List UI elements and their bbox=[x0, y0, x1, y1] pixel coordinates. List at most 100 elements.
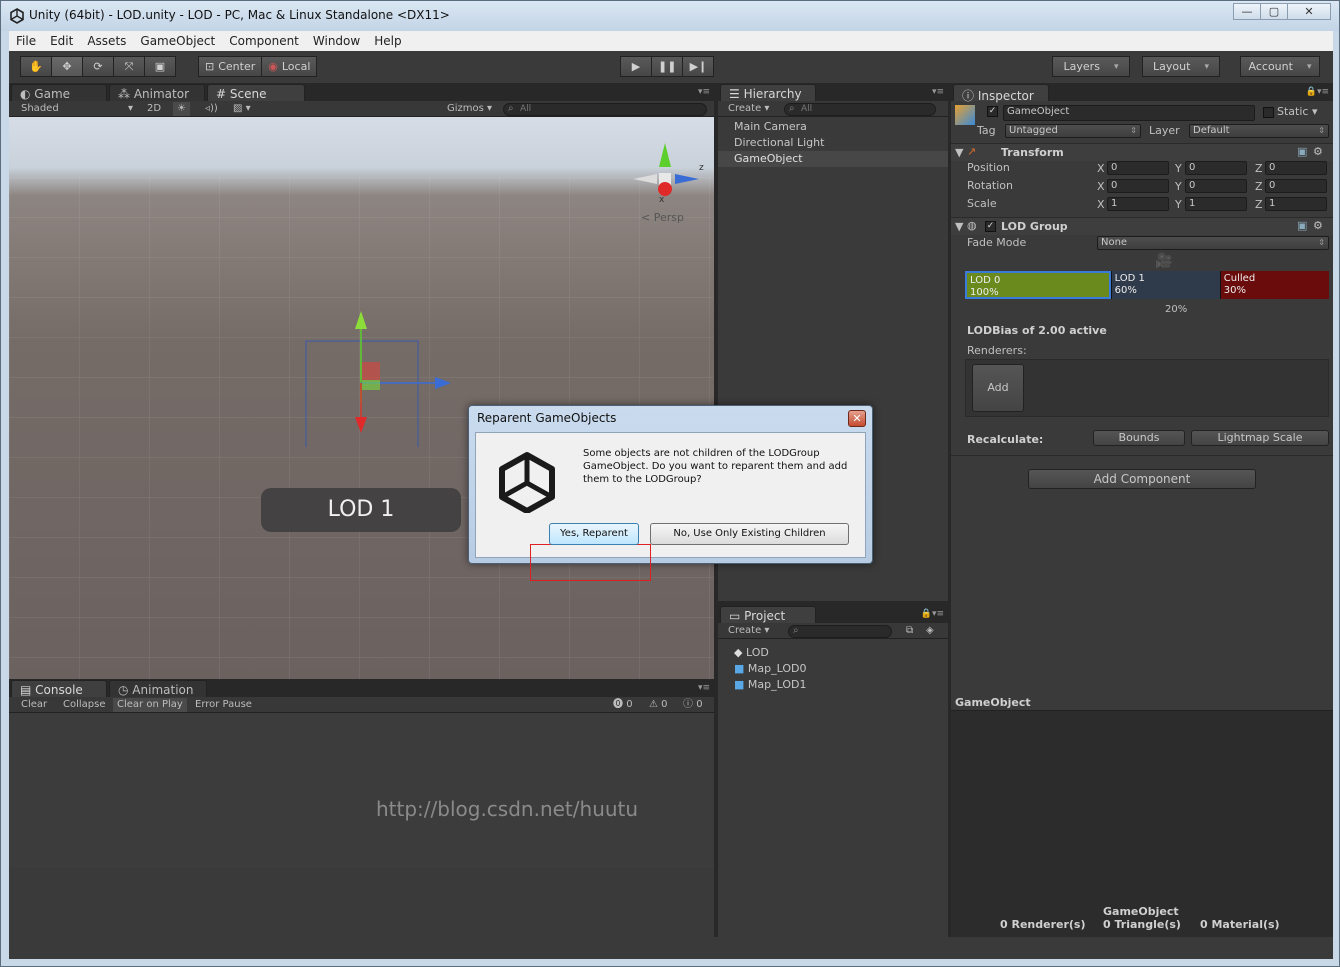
menu-assets[interactable]: Assets bbox=[80, 34, 133, 48]
static-checkbox[interactable] bbox=[1263, 107, 1274, 118]
move-gizmo[interactable] bbox=[299, 307, 469, 447]
gizmos-dropdown[interactable]: Gizmos ▾ bbox=[443, 102, 496, 116]
help-icon[interactable]: ▣ bbox=[1297, 219, 1307, 232]
gear-icon[interactable]: ⚙ bbox=[1313, 219, 1323, 232]
hierarchy-item-main-camera[interactable]: Main Camera bbox=[718, 119, 948, 135]
scene-lighting-button[interactable]: ☀ bbox=[173, 102, 190, 116]
recalculate-lightmap-scale-button[interactable]: Lightmap Scale bbox=[1191, 430, 1329, 446]
camera-icon[interactable]: 🎥 bbox=[1155, 253, 1172, 269]
position-x-field[interactable]: 0 bbox=[1107, 161, 1169, 175]
mode-2d-button[interactable]: 2D bbox=[143, 102, 165, 116]
menu-component[interactable]: Component bbox=[222, 34, 306, 48]
filter-label-button[interactable]: ◈ bbox=[922, 624, 938, 638]
transform-header[interactable]: ▼ ↗ Transform ▣ ⚙ bbox=[951, 143, 1333, 161]
panel-menu-icon[interactable]: ▾≡ bbox=[698, 683, 710, 693]
no-existing-children-button[interactable]: No, Use Only Existing Children bbox=[650, 523, 849, 545]
console-clear-button[interactable]: Clear bbox=[17, 698, 51, 712]
message-count-toggle[interactable]: ⓘ 0 bbox=[679, 698, 707, 712]
console-collapse-button[interactable]: Collapse bbox=[59, 698, 110, 712]
tab-console[interactable]: ▤ Console bbox=[11, 680, 107, 697]
move-tool-button[interactable]: ✥ bbox=[51, 56, 83, 77]
active-checkbox[interactable]: ✓ bbox=[987, 106, 998, 117]
panel-menu-icon[interactable]: ▾≡ bbox=[932, 87, 944, 97]
tab-game[interactable]: ◐ Game bbox=[11, 84, 107, 101]
menu-file[interactable]: File bbox=[9, 34, 43, 48]
position-y-field[interactable]: 0 bbox=[1185, 161, 1247, 175]
project-create-dropdown[interactable]: Create ▾ bbox=[724, 624, 773, 638]
gear-icon[interactable]: ⚙ bbox=[1313, 145, 1323, 158]
project-search-input[interactable] bbox=[788, 625, 892, 638]
panel-menu-icon[interactable]: ▾≡ bbox=[698, 87, 710, 97]
rect-tool-button[interactable]: ▣ bbox=[144, 56, 176, 77]
scene-viewport[interactable]: z x < Persp LOD 1 bbox=[9, 117, 714, 679]
panel-menu-icon[interactable]: 🔒▾≡ bbox=[921, 609, 944, 619]
lod-segment-0[interactable]: LOD 0 100% bbox=[965, 271, 1111, 299]
rotation-y-field[interactable]: 0 bbox=[1185, 179, 1247, 193]
shading-dropdown[interactable]: Shaded ▾ bbox=[17, 102, 135, 116]
position-z-field[interactable]: 0 bbox=[1265, 161, 1327, 175]
tab-animation[interactable]: ◷ Animation bbox=[109, 680, 207, 697]
scene-search-input[interactable]: All bbox=[503, 103, 707, 116]
maximize-button[interactable]: ▢ bbox=[1260, 3, 1288, 20]
add-component-button[interactable]: Add Component bbox=[1028, 469, 1256, 489]
add-renderer-button[interactable]: Add bbox=[972, 364, 1024, 412]
console-error-pause-button[interactable]: Error Pause bbox=[191, 698, 256, 712]
hand-tool-button[interactable]: ✋ bbox=[20, 56, 52, 77]
layout-dropdown[interactable]: Layout bbox=[1142, 56, 1220, 77]
project-item-map-lod1[interactable]: ■ Map_LOD1 bbox=[718, 677, 948, 693]
lod-segment-2[interactable]: Culled 30% bbox=[1219, 271, 1329, 299]
close-window-button[interactable]: ✕ bbox=[1287, 3, 1331, 20]
scene-audio-button[interactable]: ◃)) bbox=[201, 102, 222, 116]
lod-group-enabled-checkbox[interactable]: ✓ bbox=[985, 221, 996, 232]
rotate-tool-button[interactable]: ⟳ bbox=[82, 56, 114, 77]
tab-scene[interactable]: # Scene bbox=[207, 84, 305, 101]
panel-menu-icon[interactable]: 🔒▾≡ bbox=[1306, 87, 1329, 97]
step-button[interactable]: ▶❙ bbox=[682, 56, 715, 77]
project-item-lod[interactable]: ◆ LOD bbox=[718, 645, 948, 661]
rotation-x-field[interactable]: 0 bbox=[1107, 179, 1169, 193]
menu-gameobject[interactable]: GameObject bbox=[133, 34, 222, 48]
scale-y-field[interactable]: 1 bbox=[1185, 197, 1247, 211]
layers-dropdown[interactable]: Layers bbox=[1052, 56, 1130, 77]
projection-label[interactable]: < Persp bbox=[641, 211, 684, 224]
tag-dropdown[interactable]: Untagged bbox=[1005, 124, 1141, 138]
scale-z-field[interactable]: 1 bbox=[1265, 197, 1327, 211]
menu-window[interactable]: Window bbox=[306, 34, 367, 48]
hierarchy-search-input[interactable]: All bbox=[784, 103, 936, 116]
tab-hierarchy[interactable]: ☰ Hierarchy bbox=[720, 84, 816, 101]
lod-group-header[interactable]: ▼ ◍ ✓ LOD Group ▣ ⚙ bbox=[951, 217, 1333, 235]
scene-effects-button[interactable]: ▨ ▾ bbox=[229, 102, 255, 116]
preview-header[interactable]: GameObject bbox=[951, 695, 1333, 711]
account-dropdown[interactable]: Account bbox=[1240, 56, 1320, 77]
help-icon[interactable]: ▣ bbox=[1297, 145, 1307, 158]
minimize-button[interactable]: — bbox=[1233, 3, 1261, 20]
filter-type-button[interactable]: ⧉ bbox=[902, 624, 917, 638]
dialog-close-button[interactable]: ✕ bbox=[848, 410, 866, 427]
error-count-toggle[interactable]: ⓿ 0 bbox=[609, 698, 637, 712]
pivot-local-button[interactable]: ◉ Local bbox=[261, 56, 318, 77]
tab-inspector[interactable]: ⓘ Inspector bbox=[953, 84, 1049, 103]
console-clear-on-play-button[interactable]: Clear on Play bbox=[113, 698, 187, 712]
rotation-z-field[interactable]: 0 bbox=[1265, 179, 1327, 193]
scale-tool-button[interactable]: ⤧ bbox=[113, 56, 145, 77]
fade-mode-dropdown[interactable]: None bbox=[1097, 236, 1329, 250]
menu-help[interactable]: Help bbox=[367, 34, 408, 48]
tab-project[interactable]: ▭ Project bbox=[720, 606, 816, 623]
pivot-center-button[interactable]: ⊡ Center bbox=[198, 56, 263, 77]
recalculate-bounds-button[interactable]: Bounds bbox=[1093, 430, 1185, 446]
pause-button[interactable]: ❚❚ bbox=[651, 56, 684, 77]
hierarchy-create-dropdown[interactable]: Create ▾ bbox=[724, 102, 773, 116]
lod-segment-1[interactable]: LOD 1 60% bbox=[1110, 271, 1220, 299]
hierarchy-item-directional-light[interactable]: Directional Light bbox=[718, 135, 948, 151]
scale-x-field[interactable]: 1 bbox=[1107, 197, 1169, 211]
yes-reparent-button[interactable]: Yes, Reparent bbox=[549, 523, 639, 545]
layer-dropdown[interactable]: Default bbox=[1189, 124, 1329, 138]
object-name-field[interactable]: GameObject bbox=[1003, 105, 1255, 121]
warning-count-toggle[interactable]: ⚠ 0 bbox=[645, 698, 672, 712]
menu-edit[interactable]: Edit bbox=[43, 34, 80, 48]
static-label[interactable]: Static ▾ bbox=[1277, 105, 1317, 118]
hierarchy-item-gameobject[interactable]: GameObject bbox=[718, 151, 948, 167]
orientation-gizmo[interactable] bbox=[631, 133, 711, 223]
play-button[interactable]: ▶ bbox=[620, 56, 652, 77]
project-item-map-lod0[interactable]: ■ Map_LOD0 bbox=[718, 661, 948, 677]
